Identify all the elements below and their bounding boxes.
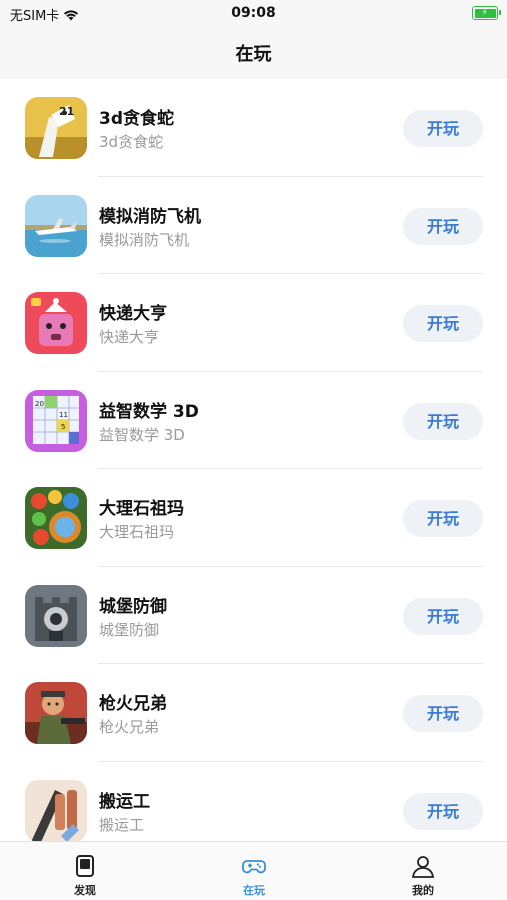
profile-icon bbox=[411, 856, 435, 878]
tab-mine[interactable]: 我的 bbox=[363, 842, 483, 900]
game-subtitle: 3d贪食蛇 bbox=[99, 133, 164, 151]
gamepad-icon bbox=[242, 860, 266, 874]
list-item[interactable]: 模拟消防飞机 模拟消防飞机 开玩 bbox=[0, 177, 507, 274]
svg-text:11: 11 bbox=[59, 411, 68, 419]
list-item[interactable]: 搬运工 搬运工 开玩 bbox=[0, 762, 507, 841]
game-name: 城堡防御 bbox=[99, 596, 167, 617]
list-item[interactable]: 大理石祖玛 大理石祖玛 开玩 bbox=[0, 469, 507, 567]
game-subtitle: 搬运工 bbox=[99, 815, 145, 834]
play-button[interactable]: 开玩 bbox=[403, 695, 483, 732]
play-button[interactable]: 开玩 bbox=[403, 792, 483, 830]
game-name: 快递大亨 bbox=[99, 304, 167, 324]
delivery-tycoon-game-icon bbox=[25, 292, 87, 354]
play-button[interactable]: 开玩 bbox=[403, 500, 483, 537]
math-puzzle-game-icon: 20 11 5 bbox=[25, 389, 87, 452]
tab-discover[interactable]: 发现 bbox=[25, 842, 145, 900]
tab-playing[interactable]: 在玩 bbox=[194, 842, 314, 900]
snake-game-icon: 21 bbox=[25, 97, 87, 159]
game-subtitle: 快递大亨 bbox=[99, 328, 160, 346]
svg-text:21: 21 bbox=[59, 105, 74, 118]
game-name: 模拟消防飞机 bbox=[99, 206, 201, 227]
game-subtitle: 益智数学 3D bbox=[99, 425, 185, 444]
game-name: 大理石祖玛 bbox=[99, 499, 184, 519]
fire-plane-game-icon bbox=[25, 194, 87, 257]
game-name: 3d贪食蛇 bbox=[99, 109, 174, 129]
tab-label: 我的 bbox=[412, 884, 434, 897]
game-subtitle: 大理石祖玛 bbox=[99, 523, 175, 541]
game-subtitle: 枪火兄弟 bbox=[99, 718, 160, 736]
play-button[interactable]: 开玩 bbox=[403, 402, 483, 440]
game-name: 枪火兄弟 bbox=[99, 694, 167, 714]
game-name: 益智数学 3D bbox=[99, 401, 199, 422]
tab-label: 在玩 bbox=[243, 884, 265, 897]
play-button[interactable]: 开玩 bbox=[403, 305, 483, 342]
play-button[interactable]: 开玩 bbox=[403, 207, 483, 245]
game-list[interactable]: 21 3d贪食蛇 3d贪食蛇 开玩 模拟消防飞机 模拟消防飞机 开玩 快递大亨 … bbox=[0, 79, 507, 841]
discover-icon bbox=[76, 855, 94, 877]
game-subtitle: 模拟消防飞机 bbox=[99, 230, 190, 249]
list-item[interactable]: 20 11 5 益智数学 3D 益智数学 3D 开玩 bbox=[0, 372, 507, 469]
game-subtitle: 城堡防御 bbox=[99, 620, 160, 639]
list-item[interactable]: 快递大亨 快递大亨 开玩 bbox=[0, 274, 507, 372]
porter-game-icon bbox=[25, 779, 87, 841]
game-name: 搬运工 bbox=[99, 791, 150, 812]
tab-label: 发现 bbox=[74, 884, 96, 897]
list-item[interactable]: 枪火兄弟 枪火兄弟 开玩 bbox=[0, 664, 507, 762]
castle-defense-game-icon bbox=[25, 584, 87, 647]
status-bar: 无SIM卡 09:08 ⚡ bbox=[0, 0, 507, 28]
battery-charging-icon: ⚡ bbox=[472, 6, 501, 20]
gun-brothers-game-icon bbox=[25, 682, 87, 744]
marble-zuma-game-icon bbox=[25, 487, 87, 549]
svg-text:20: 20 bbox=[35, 400, 44, 408]
status-time: 09:08 bbox=[231, 5, 276, 21]
navigation-bar: 在玩 bbox=[0, 28, 507, 78]
list-item[interactable]: 21 3d贪食蛇 3d贪食蛇 开玩 bbox=[0, 79, 507, 177]
svg-text:5: 5 bbox=[61, 423, 65, 431]
play-button[interactable]: 开玩 bbox=[403, 597, 483, 635]
list-item[interactable]: 城堡防御 城堡防御 开玩 bbox=[0, 567, 507, 664]
tab-bar: 发现 在玩 我的 bbox=[0, 841, 507, 900]
play-button[interactable]: 开玩 bbox=[403, 110, 483, 147]
page-title: 在玩 bbox=[235, 44, 272, 65]
